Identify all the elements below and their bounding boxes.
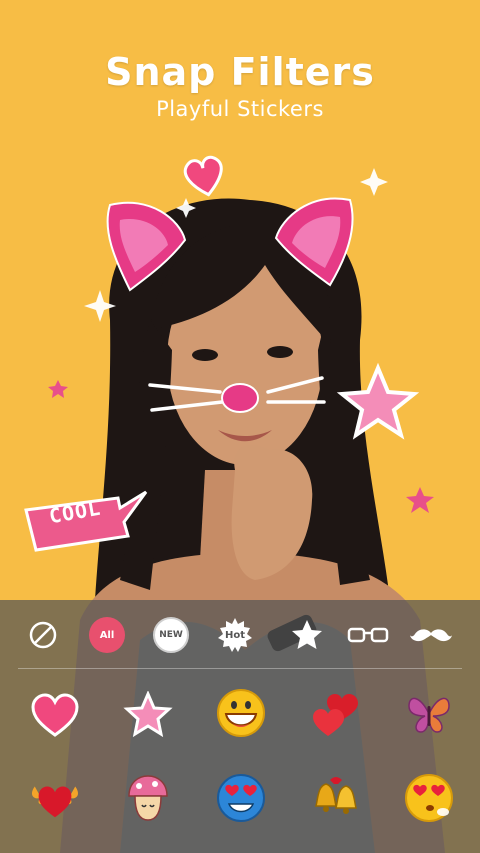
category-all-label: All [99, 629, 115, 641]
star-icon [292, 620, 322, 649]
butterfly-icon [408, 697, 450, 733]
grinning-face-icon [217, 689, 265, 737]
small-star-icon [48, 380, 68, 398]
glasses-icon [347, 627, 389, 643]
sticker-winged-heart[interactable] [29, 772, 81, 824]
category-mustache[interactable] [408, 617, 454, 653]
cat-nose-icon [221, 383, 259, 413]
panel-divider [18, 668, 462, 669]
category-new-label: NEW [159, 630, 183, 640]
floating-heart-icon [183, 155, 223, 197]
category-none[interactable] [25, 617, 61, 653]
sticker-panel: All NEW Hot [0, 600, 480, 853]
mustache-icon [410, 629, 452, 642]
category-glasses[interactable] [345, 617, 391, 653]
heart-eyes-face-icon [217, 774, 265, 822]
category-new[interactable]: NEW [153, 617, 189, 653]
cat-ear-right-icon [274, 197, 354, 287]
cat-ear-left-icon [106, 201, 187, 292]
sticker-heart-eyes-face[interactable] [215, 772, 267, 824]
mushroom-icon [128, 775, 168, 821]
sticker-heart[interactable] [29, 689, 81, 741]
category-star[interactable] [289, 617, 325, 653]
sticker-butterfly[interactable] [403, 689, 455, 741]
sticker-mushroom[interactable] [122, 772, 174, 824]
big-star-icon [336, 362, 420, 440]
sticker-star[interactable] [122, 689, 174, 741]
star-icon [123, 691, 173, 738]
kiss-face-icon [405, 774, 453, 822]
sticker-bells[interactable] [310, 772, 362, 824]
sticker-kiss-face[interactable] [403, 772, 455, 824]
prohibited-icon [29, 621, 57, 649]
sticker-grinning-face[interactable] [215, 687, 267, 739]
heart-icon [31, 693, 79, 737]
bells-icon [315, 777, 357, 814]
category-all[interactable]: All [89, 617, 125, 653]
double-heart-icon [313, 694, 358, 736]
category-bar: All NEW Hot [0, 600, 480, 666]
winged-heart-icon [31, 786, 79, 818]
category-hot-label: Hot [224, 629, 246, 641]
small-star-icon [406, 487, 434, 513]
sticker-double-heart[interactable] [310, 689, 362, 741]
category-hot[interactable]: Hot [217, 617, 253, 653]
